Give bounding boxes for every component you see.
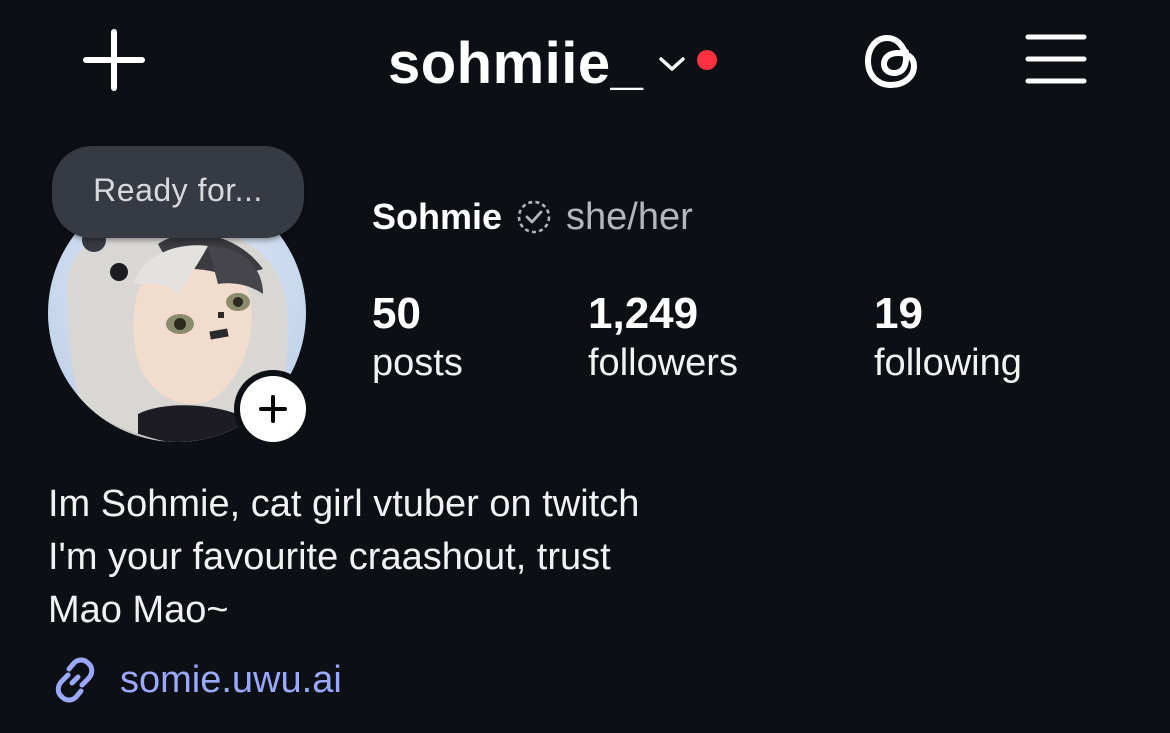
bio-line: Im Sohmie, cat girl vtuber on twitch bbox=[48, 483, 640, 525]
chevron-down-icon bbox=[659, 57, 686, 71]
threads-button[interactable] bbox=[860, 28, 926, 94]
stat-value: 50 bbox=[372, 289, 421, 338]
profile-link[interactable]: somie.uwu.ai bbox=[48, 652, 342, 708]
note-bubble-tail-dot bbox=[110, 263, 128, 281]
menu-button[interactable] bbox=[1024, 32, 1088, 86]
display-name: Sohmie bbox=[372, 196, 503, 237]
link-icon bbox=[55, 657, 95, 703]
stat-value: 1,249 bbox=[588, 289, 699, 338]
account-switcher[interactable]: sohmiie_ bbox=[388, 28, 718, 100]
stat-label: following bbox=[874, 341, 1022, 384]
new-post-button[interactable] bbox=[82, 28, 146, 92]
followers-count[interactable]: 1,249 followers bbox=[588, 288, 738, 386]
name-row: Sohmie she/her bbox=[372, 194, 693, 240]
add-story-button[interactable] bbox=[234, 370, 312, 448]
stat-label: followers bbox=[588, 341, 738, 384]
plus-icon bbox=[83, 29, 145, 91]
notification-dot bbox=[697, 50, 718, 70]
threads-icon bbox=[865, 35, 917, 88]
stat-label: posts bbox=[372, 341, 463, 384]
plus-icon bbox=[259, 395, 287, 423]
username: sohmiie_ bbox=[388, 31, 644, 96]
stat-value: 19 bbox=[874, 289, 923, 338]
pronouns: she/her bbox=[566, 195, 693, 238]
note-bubble[interactable]: Ready for... bbox=[52, 146, 304, 238]
meta-verified-badge-icon[interactable] bbox=[516, 199, 552, 235]
bio-line: Mao Mao~ bbox=[48, 589, 229, 631]
bio: Im Sohmie, cat girl vtuber on twitch I'm… bbox=[48, 478, 639, 637]
posts-count[interactable]: 50 posts bbox=[372, 288, 463, 386]
bio-line: I'm your favourite craashout, trust bbox=[48, 536, 611, 578]
following-count[interactable]: 19 following bbox=[874, 288, 1022, 386]
link-text: somie.uwu.ai bbox=[120, 658, 342, 701]
hamburger-menu-icon bbox=[1025, 34, 1087, 84]
note-text: Ready for... bbox=[93, 171, 263, 208]
